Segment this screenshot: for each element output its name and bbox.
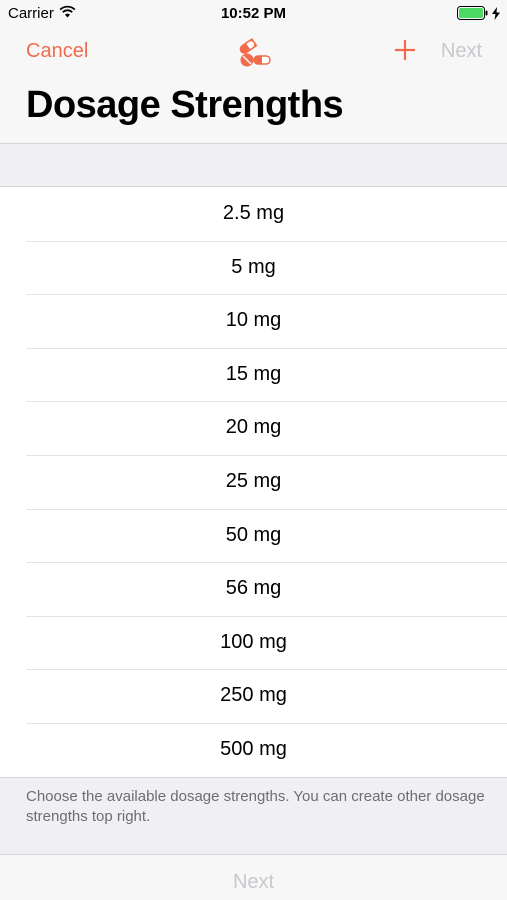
dosage-row[interactable]: 100 mg xyxy=(0,615,507,670)
dosage-row[interactable]: 20 mg xyxy=(0,401,507,455)
dosage-list: 2.5 mg 5 mg 10 mg 15 mg 20 mg 25 mg 50 mg 56 mg… xyxy=(0,186,507,778)
dosage-row[interactable]: 50 mg xyxy=(0,508,507,563)
pills-icon xyxy=(237,36,271,68)
dosage-row[interactable]: 15 mg xyxy=(0,347,507,402)
plus-icon[interactable] xyxy=(393,38,417,62)
nav-next-button[interactable]: Next xyxy=(441,40,482,63)
dosage-row[interactable]: 500 mg xyxy=(0,722,507,777)
dosage-row[interactable]: 25 mg xyxy=(0,454,507,509)
dosage-row[interactable]: 10 mg xyxy=(0,294,507,348)
status-time: 10:52 PM xyxy=(220,5,287,22)
status-bar: Carrier 10:52 PM xyxy=(0,0,507,28)
bottom-next-button[interactable]: Next xyxy=(0,871,507,894)
cancel-button[interactable]: Cancel xyxy=(26,40,88,63)
page-title: Dosage Strengths xyxy=(26,84,344,126)
screen: Carrier 10:52 PM Cancel Next Dosage Stre… xyxy=(0,0,507,900)
status-right xyxy=(457,6,500,24)
dosage-row[interactable]: 250 mg xyxy=(0,669,507,723)
bottom-toolbar: Next xyxy=(0,854,507,900)
dosage-row[interactable]: 2.5 mg xyxy=(0,187,507,241)
dosage-row[interactable]: 56 mg xyxy=(0,562,507,616)
navigation-bar: Cancel Next Dosage Strengths xyxy=(0,28,507,144)
dosage-row[interactable]: 5 mg xyxy=(0,240,507,295)
charging-bolt-icon xyxy=(492,6,500,24)
battery-icon xyxy=(457,6,489,24)
footer-note: Choose the available dosage strengths. Y… xyxy=(26,788,485,825)
